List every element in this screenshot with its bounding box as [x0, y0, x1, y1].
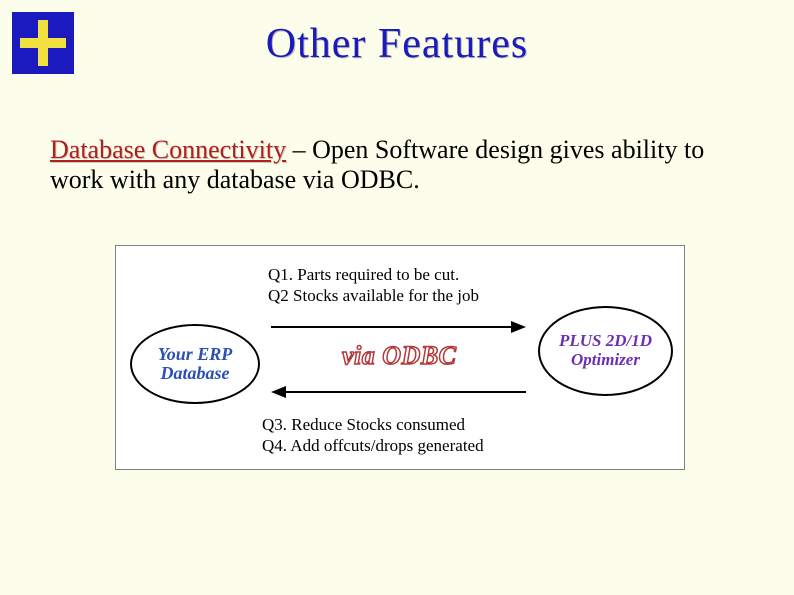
- optimizer-label-line2: Optimizer: [571, 351, 640, 370]
- page-title: Other Features: [0, 20, 794, 68]
- via-odbc-label: via ODBC: [342, 341, 457, 371]
- erp-database-node: Your ERP Database: [130, 324, 260, 404]
- diagram-top-captions: Q1. Parts required to be cut. Q2 Stocks …: [268, 264, 558, 307]
- caption-q4: Q4. Add offcuts/drops generated: [262, 435, 582, 456]
- odbc-diagram: Q1. Parts required to be cut. Q2 Stocks …: [115, 245, 685, 470]
- caption-q2: Q2 Stocks available for the job: [268, 285, 558, 306]
- caption-q1: Q1. Parts required to be cut.: [268, 264, 558, 285]
- description-text: Database Connectivity – Open Software de…: [50, 135, 750, 195]
- arrow-left-icon: [271, 386, 526, 398]
- erp-label-line2: Database: [161, 364, 230, 383]
- caption-q3: Q3. Reduce Stocks consumed: [262, 414, 582, 435]
- diagram-bottom-captions: Q3. Reduce Stocks consumed Q4. Add offcu…: [262, 414, 582, 457]
- arrow-right-icon: [271, 321, 526, 333]
- description-sep: –: [286, 135, 312, 164]
- description-lead: Database Connectivity: [50, 135, 286, 164]
- optimizer-node: PLUS 2D/1D Optimizer: [538, 306, 673, 396]
- optimizer-label-line1: PLUS 2D/1D: [559, 332, 652, 351]
- erp-label-line1: Your ERP: [158, 345, 233, 364]
